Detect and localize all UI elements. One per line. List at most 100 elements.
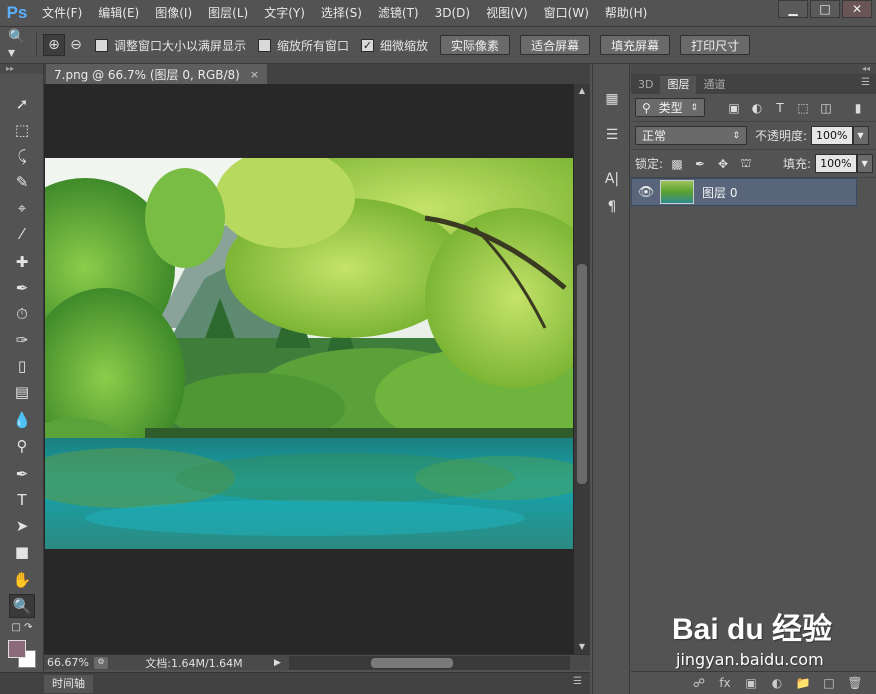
- fit-screen-button[interactable]: 适合屏幕: [520, 35, 591, 55]
- crop-tool-icon[interactable]: ⌖: [9, 196, 35, 220]
- fill-input[interactable]: 100%: [815, 154, 857, 173]
- healing-brush-tool-icon[interactable]: ✚: [9, 250, 35, 274]
- quick-selection-tool-icon[interactable]: ✎: [9, 170, 35, 194]
- menu-file[interactable]: 文件(F): [34, 0, 90, 26]
- eye-icon[interactable]: 👁: [632, 185, 660, 200]
- layer-style-fx-icon[interactable]: fx: [712, 676, 738, 690]
- trash-icon[interactable]: 🗑: [842, 676, 868, 690]
- tab-layers[interactable]: 图层: [660, 76, 697, 94]
- move-tool-icon[interactable]: ➚: [9, 92, 35, 116]
- maximize-button[interactable]: □: [810, 0, 840, 18]
- eraser-tool-icon[interactable]: ▯: [9, 354, 35, 378]
- layer-name[interactable]: 图层 0: [702, 184, 737, 201]
- history-brush-tool-icon[interactable]: ✑: [9, 328, 35, 352]
- dodge-tool-icon[interactable]: ⚲: [9, 434, 35, 458]
- menu-select[interactable]: 选择(S): [313, 0, 370, 26]
- status-menu-arrow-icon[interactable]: ▶: [274, 658, 281, 668]
- filter-toggle-icon[interactable]: ▮: [849, 99, 867, 117]
- rectangle-tool-icon[interactable]: ■: [9, 540, 35, 564]
- checkbox-box[interactable]: [95, 38, 108, 52]
- zoom-level-field[interactable]: 66.67%: [44, 656, 94, 669]
- vertical-scroll-thumb[interactable]: [577, 264, 587, 484]
- scroll-up-arrow-icon[interactable]: ▲: [574, 84, 590, 98]
- lock-position-icon[interactable]: ✥: [714, 155, 732, 173]
- adjustment-layer-icon[interactable]: ◐: [764, 676, 790, 690]
- shape-filter-icon[interactable]: ⬚: [794, 99, 812, 117]
- zoom-tool-preset-icon[interactable]: 🔍▾: [8, 29, 30, 61]
- menu-filter[interactable]: 滤镜(T): [370, 0, 427, 26]
- lasso-tool-icon[interactable]: ⤹: [9, 144, 35, 168]
- brush-tool-icon[interactable]: ✒: [9, 276, 35, 300]
- layer-row[interactable]: 👁 图层 0: [631, 178, 857, 206]
- menu-layer[interactable]: 图层(L): [200, 0, 256, 26]
- blur-tool-icon[interactable]: 💧: [9, 408, 35, 432]
- landscape-photo[interactable]: [45, 158, 573, 549]
- menu-edit[interactable]: 编辑(E): [90, 0, 147, 26]
- pen-tool-icon[interactable]: ✒: [9, 462, 35, 486]
- checkmark-icon[interactable]: ✓: [361, 38, 375, 52]
- type-tool-icon[interactable]: T: [9, 488, 35, 512]
- opacity-dropdown-icon[interactable]: ▼: [852, 126, 869, 145]
- menu-help[interactable]: 帮助(H): [597, 0, 655, 26]
- path-selection-tool-icon[interactable]: ➤: [9, 514, 35, 538]
- new-layer-icon[interactable]: □: [816, 676, 842, 690]
- lock-transparent-icon[interactable]: ▩: [668, 155, 686, 173]
- close-button[interactable]: ✕: [842, 0, 872, 18]
- menu-3d[interactable]: 3D(D): [427, 0, 478, 26]
- fill-dropdown-icon[interactable]: ▼: [856, 154, 873, 173]
- foreground-color-swatch[interactable]: [8, 640, 26, 658]
- panel-grip[interactable]: ▸▸: [0, 64, 43, 74]
- document-tab[interactable]: 7.png @ 66.7% (图层 0, RGB/8) ×: [46, 64, 268, 84]
- print-size-button[interactable]: 打印尺寸: [680, 35, 751, 55]
- zoom-in-icon[interactable]: ⊕: [43, 34, 65, 56]
- paragraph-panel-icon[interactable]: ¶: [599, 196, 625, 218]
- smart-object-filter-icon[interactable]: ◫: [817, 99, 835, 117]
- zoom-all-windows-checkbox[interactable]: 缩放所有窗口: [258, 37, 349, 54]
- marquee-tool-icon[interactable]: ⬚: [9, 118, 35, 142]
- scrubby-zoom-checkbox[interactable]: ✓ 细微缩放: [361, 37, 428, 54]
- status-info-icon[interactable]: ⚙: [94, 656, 108, 669]
- zoom-out-icon[interactable]: ⊖: [65, 34, 87, 56]
- horizontal-scroll-thumb[interactable]: [370, 657, 453, 668]
- properties-panel-icon[interactable]: ☰: [599, 124, 625, 146]
- vertical-scrollbar[interactable]: ▲ ▼: [574, 84, 590, 654]
- new-group-icon[interactable]: 📁: [790, 676, 816, 690]
- clone-stamp-tool-icon[interactable]: ⏱: [9, 302, 35, 326]
- timeline-tab[interactable]: 时间轴: [44, 675, 93, 693]
- layers-scrollbar[interactable]: [857, 178, 876, 668]
- hand-tool-icon[interactable]: ✋: [9, 568, 35, 592]
- minimize-button[interactable]: ▁: [778, 0, 808, 18]
- zoom-tool-icon[interactable]: 🔍: [9, 594, 35, 618]
- link-layers-icon[interactable]: ☍: [686, 676, 712, 690]
- eyedropper-tool-icon[interactable]: ⁄: [9, 222, 35, 246]
- panel-menu-icon[interactable]: ☰: [861, 77, 870, 88]
- lock-all-icon[interactable]: ⛫: [737, 155, 755, 173]
- opacity-input[interactable]: 100%: [811, 126, 853, 145]
- swap-colors-icon[interactable]: □ ↷: [9, 620, 35, 634]
- scroll-down-arrow-icon[interactable]: ▼: [574, 640, 590, 654]
- image-filter-icon[interactable]: ▣: [725, 99, 743, 117]
- filter-kind-select[interactable]: ⚲ 类型 ⇕: [635, 98, 705, 117]
- checkbox-box[interactable]: [258, 38, 272, 52]
- close-icon[interactable]: ×: [250, 68, 259, 81]
- menu-window[interactable]: 窗口(W): [536, 0, 597, 26]
- actual-pixels-button[interactable]: 实际像素: [440, 35, 511, 55]
- tab-channels[interactable]: 通道: [696, 76, 732, 94]
- menu-view[interactable]: 视图(V): [478, 0, 536, 26]
- resize-windows-checkbox[interactable]: 调整窗口大小以满屏显示: [95, 37, 246, 54]
- history-panel-icon[interactable]: ▦: [599, 88, 625, 110]
- lock-image-icon[interactable]: ✒: [691, 155, 709, 173]
- horizontal-scrollbar[interactable]: [288, 655, 570, 670]
- fill-screen-button[interactable]: 填充屏幕: [600, 35, 671, 55]
- panel-menu-icon[interactable]: ☰: [573, 676, 582, 687]
- gradient-tool-icon[interactable]: ▤: [9, 380, 35, 404]
- character-panel-icon[interactable]: A|: [599, 168, 625, 190]
- add-mask-icon[interactable]: ▣: [738, 676, 764, 690]
- menu-type[interactable]: 文字(Y): [256, 0, 313, 26]
- tab-3d[interactable]: 3D: [631, 76, 660, 94]
- menu-image[interactable]: 图像(I): [147, 0, 200, 26]
- blend-mode-select[interactable]: 正常 ⇕: [635, 126, 747, 145]
- panel-grip[interactable]: ◂◂: [631, 64, 876, 74]
- type-filter-icon[interactable]: T: [771, 99, 789, 117]
- adjustment-filter-icon[interactable]: ◐: [748, 99, 766, 117]
